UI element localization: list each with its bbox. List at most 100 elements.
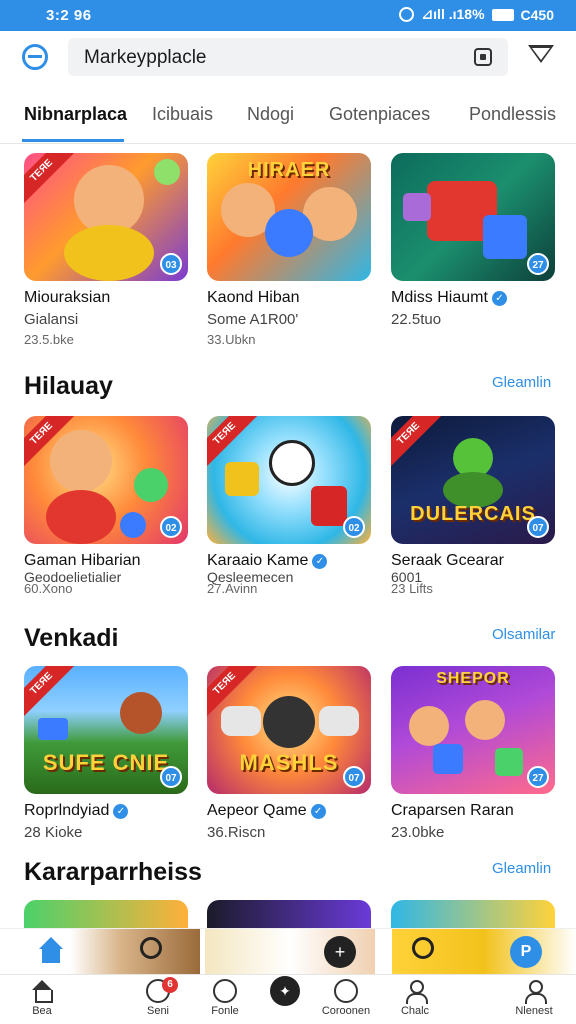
card-meta: 60.Xono <box>24 581 73 596</box>
game-card[interactable]: ТЕЯЕ 03 Miouraksian Gialansi 23.5.bke <box>24 153 188 353</box>
verified-icon: ✓ <box>312 553 328 569</box>
nav-item-chalc[interactable]: Chalc <box>375 979 455 1017</box>
tabs-icon[interactable] <box>474 48 492 66</box>
battery-icon <box>491 8 514 21</box>
card-meta: 27.Avinn <box>207 581 258 596</box>
count-badge: 27 <box>527 766 549 788</box>
verified-icon: ✓ <box>491 290 507 306</box>
nav-label: Fonle <box>211 1005 239 1017</box>
card-subtitle: Gialansi <box>24 311 79 328</box>
game-card[interactable]: ТЕЯЕ 02 Gaman Hibarian Geodoelietialier … <box>24 416 188 616</box>
card-title: Kaond Hiban <box>207 289 300 306</box>
tab-ndogi[interactable]: Ndogi <box>247 104 294 125</box>
status-time: 3:2 96 <box>46 7 92 24</box>
game-card[interactable]: ТЕЯЕ DULERCAIS 07 Seraak Gcearar 6001 23… <box>391 416 555 616</box>
nav-label: Bea <box>32 1005 52 1017</box>
home-icon[interactable] <box>36 937 66 967</box>
game-thumbnail[interactable]: 27 <box>391 153 555 281</box>
game-card[interactable]: ТЕЯЕ 02 Karaaio Kame ✓ Qesleemecen 27.Avi… <box>207 416 371 616</box>
nav-item-bea[interactable]: Bea <box>2 979 82 1017</box>
game-card[interactable]: ТЕЯЕ MASHLS 07 Aepeor Qame ✓ 36.Riscn <box>207 666 371 866</box>
count-badge: 02 <box>343 516 365 538</box>
count-badge: 03 <box>160 253 182 275</box>
card-title: Craparsen Raran <box>391 802 514 819</box>
game-thumbnail[interactable]: ТЕЯЕ 03 <box>24 153 188 281</box>
browser-logo-icon[interactable] <box>22 44 48 70</box>
search-query[interactable]: Markeypplacle <box>84 47 207 69</box>
count-badge: 27 <box>527 253 549 275</box>
game-thumbnail[interactable]: ТЕЯЕ 02 <box>207 416 371 544</box>
card-meta: 23 Lifts <box>391 581 433 596</box>
card-title: Mdiss Hiaumt ✓ <box>391 289 507 307</box>
card-subtitle: Some A1R00' <box>207 311 299 328</box>
game-thumbnail[interactable]: ТЕЯЕ DULERCAIS 07 <box>391 416 555 544</box>
alarm-icon <box>399 7 415 22</box>
tab-gotenpiaces[interactable]: Gotenpiaces <box>329 104 430 125</box>
verified-icon: ✓ <box>310 803 326 819</box>
card-subtitle: 28 Kioke <box>24 824 83 841</box>
see-all-link[interactable]: Olsamilar <box>492 626 555 643</box>
count-badge: 02 <box>160 516 182 538</box>
game-card[interactable]: SHEPOR 27 Craparsen Raran 23.0bke <box>391 666 555 866</box>
nav-item-nlenest[interactable]: Nlenest <box>494 979 574 1017</box>
game-thumbnail[interactable]: ТЕЯЕ 02 <box>24 416 188 544</box>
category-tabs: Nibnarplaca Icibuais Ndogi Gotenpiaces P… <box>0 92 576 144</box>
game-card[interactable]: ТЕЯЕ SUFE CNIE 07 Roprlndyiad ✓ 28 Kioke <box>24 666 188 866</box>
card-title: Gaman Hibarian <box>24 552 141 569</box>
card-title: Seraak Gcearar <box>391 552 504 569</box>
game-thumbnail[interactable] <box>391 900 555 928</box>
search-input[interactable]: Markeypplacle <box>68 38 508 76</box>
active-tab-indicator <box>22 139 124 142</box>
nav-label: Chalc <box>400 1005 430 1017</box>
signal-text: ⊿ıll .ı18% <box>421 6 485 22</box>
section-title: Venkadi <box>24 624 119 652</box>
game-thumbnail[interactable]: ТЕЯЕ MASHLS 07 <box>207 666 371 794</box>
filter-icon[interactable] <box>528 45 554 63</box>
tab-icibuais[interactable]: Icibuais <box>152 104 213 125</box>
card-title: Aepeor Qame ✓ <box>207 802 326 820</box>
count-badge: 07 <box>343 766 365 788</box>
bottom-navigation: Bea 6 Seni Fonle ✦ Coroonen Chalc Nlenes… <box>0 974 576 1024</box>
search-icon[interactable] <box>140 937 162 959</box>
nav-label: Coroonen <box>321 1005 371 1017</box>
search-header: Markeypplacle <box>0 31 576 85</box>
see-all-link[interactable]: Gleamlin <box>492 860 551 877</box>
smile-icon <box>334 979 358 1003</box>
tab-nibnarplaca[interactable]: Nibnarplaca <box>24 104 127 125</box>
game-card[interactable]: HIRAER Kaond Hiban Some A1R00' 33.Ubkn <box>207 153 371 353</box>
p-icon[interactable]: P <box>510 936 542 968</box>
game-thumbnail[interactable] <box>207 900 371 928</box>
status-indicators: ⊿ıll .ı18% C450 <box>399 6 554 23</box>
game-thumbnail[interactable] <box>24 900 188 928</box>
section-title: Kararparrheiss <box>24 858 202 886</box>
game-thumbnail[interactable]: SHEPOR 27 <box>391 666 555 794</box>
game-logo-text: SHEPOR <box>436 670 510 687</box>
game-card[interactable]: 27 Mdiss Hiaumt ✓ 22.5tuo <box>391 153 555 353</box>
status-bar: 3:2 96 ⊿ıll .ı18% C450 <box>0 0 576 31</box>
game-thumbnail[interactable]: ТЕЯЕ SUFE CNIE 07 <box>24 666 188 794</box>
game-logo-text: MASHLS <box>239 750 339 775</box>
card-title: Miouraksian <box>24 289 111 306</box>
count-badge: 07 <box>527 516 549 538</box>
add-icon[interactable]: + <box>324 936 356 968</box>
see-all-link[interactable]: Gleamlin <box>492 374 551 391</box>
game-thumbnail[interactable]: HIRAER <box>207 153 371 281</box>
notification-badge: 6 <box>162 977 178 993</box>
nav-label: Nlenest <box>515 1005 553 1017</box>
nav-item-coroonen[interactable]: Coroonen <box>306 979 386 1017</box>
card-subtitle: 23.0bke <box>391 824 445 841</box>
search-icon <box>213 979 237 1003</box>
center-action-icon: ✦ <box>270 976 300 1006</box>
search-icon[interactable] <box>412 937 434 959</box>
game-logo-text: SUFE CNIE <box>42 750 170 775</box>
card-subtitle: 36.Riscn <box>207 824 266 841</box>
count-badge: 07 <box>160 766 182 788</box>
battery-text: C450 <box>520 6 554 23</box>
section-title: Hilauay <box>24 372 113 400</box>
game-logo-text: DULERCAIS <box>410 503 536 525</box>
chat-icon: 6 <box>146 977 178 1003</box>
card-meta: 33.Ubkn <box>207 332 256 347</box>
tab-pondlessis[interactable]: Pondlessis <box>469 104 556 125</box>
game-logo-text: HIRAER <box>247 159 331 181</box>
user-icon <box>403 979 428 1004</box>
